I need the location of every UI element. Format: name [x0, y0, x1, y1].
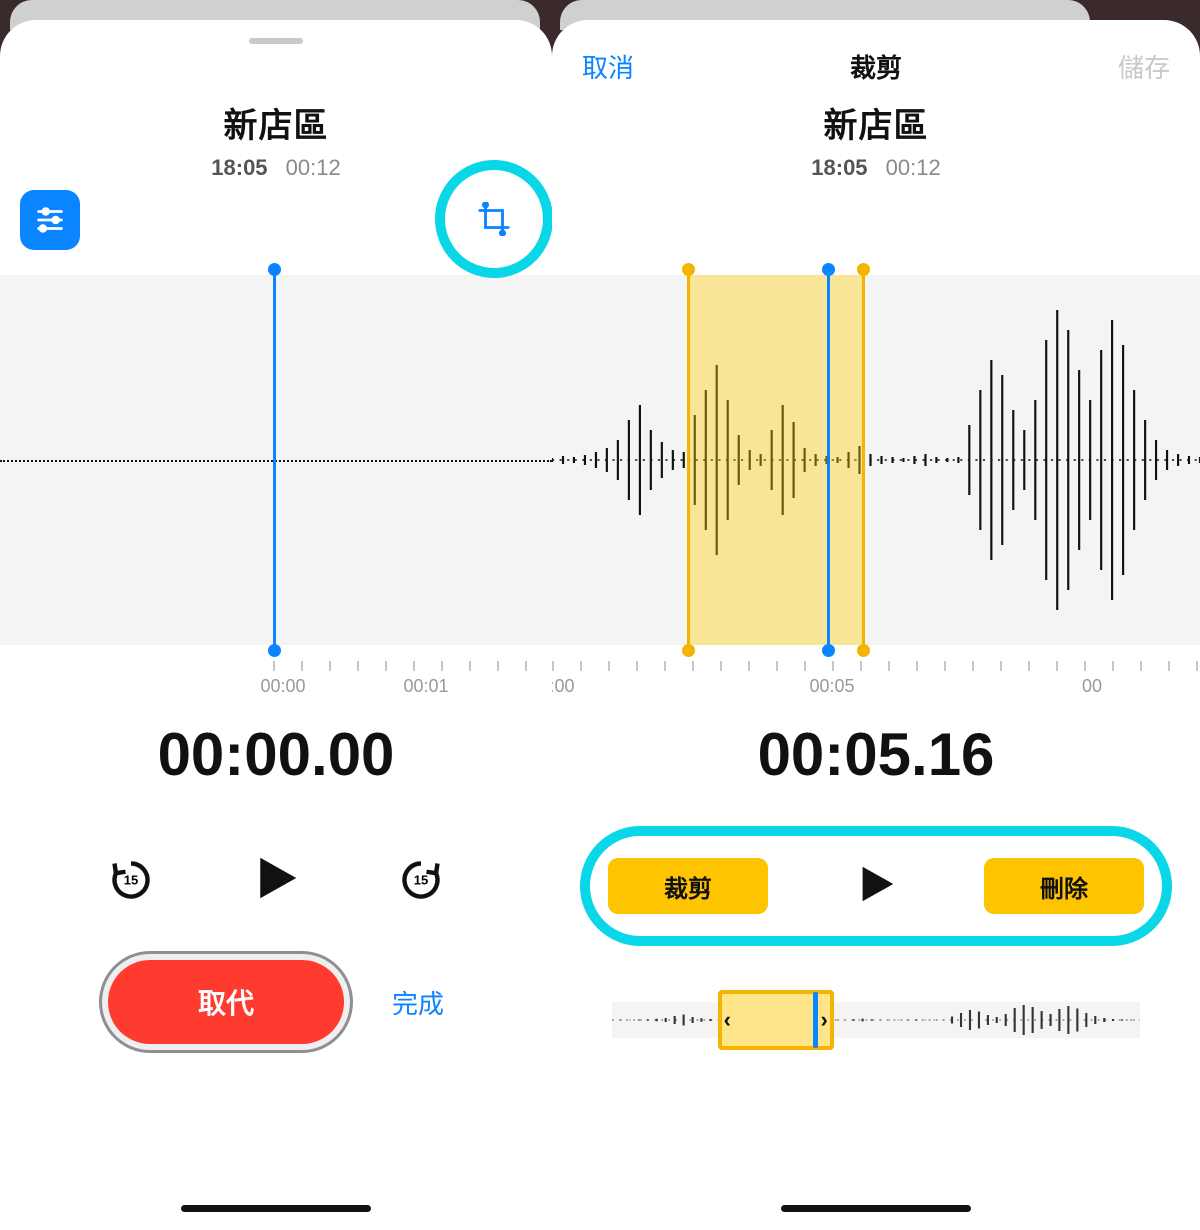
- trim-handle-start[interactable]: [687, 271, 690, 649]
- timeline-ticks-right: 00:0000:0500: [552, 645, 1200, 685]
- skip-forward-15-button[interactable]: 15: [399, 858, 443, 902]
- mini-waveform: [612, 1004, 1140, 1036]
- sheet-grabber[interactable]: [249, 38, 303, 44]
- trim-selection[interactable]: [687, 275, 862, 645]
- trim-controls-highlight: 裁剪 刪除: [580, 826, 1172, 946]
- crop-highlight-circle[interactable]: [435, 160, 552, 278]
- home-indicator[interactable]: [781, 1205, 971, 1212]
- play-icon: [249, 851, 303, 905]
- replace-button[interactable]: 取代: [108, 960, 344, 1044]
- panel-trim: 取消 裁剪 儲存 新店區 18:05 00:12 00:0000:0500 00…: [552, 20, 1200, 1230]
- trim-button[interactable]: 裁剪: [608, 858, 768, 914]
- play-button-right[interactable]: [853, 861, 899, 912]
- waveform-area-left[interactable]: [0, 275, 552, 645]
- recording-title: 新店區: [0, 98, 552, 147]
- mini-track[interactable]: ‹ ›: [612, 990, 1140, 1050]
- recording-title: 新店區: [552, 98, 1200, 147]
- waveform-baseline: [0, 460, 552, 462]
- done-label: 完成: [392, 989, 444, 1019]
- recording-time: 18:05: [811, 155, 867, 180]
- tick-label: 00: [1082, 676, 1102, 697]
- time-display-left: 00:00.00: [0, 720, 552, 789]
- nav-title: 裁剪: [850, 48, 902, 85]
- nav-bar: 取消 裁剪 儲存: [552, 48, 1200, 92]
- tick-label: 00:00: [552, 676, 575, 697]
- recording-meta: 18:05 00:12: [552, 155, 1200, 181]
- play-button-left[interactable]: [249, 851, 303, 910]
- save-button[interactable]: 儲存: [1118, 48, 1170, 85]
- playhead-left[interactable]: [273, 271, 276, 649]
- chevron-left-icon: ‹: [722, 1007, 733, 1033]
- recording-header-right: 新店區 18:05 00:12: [552, 98, 1200, 181]
- home-indicator[interactable]: [181, 1205, 371, 1212]
- recording-time: 18:05: [211, 155, 267, 180]
- tick-label: 00:05: [809, 676, 854, 697]
- waveform-svg: [552, 275, 1200, 645]
- recording-duration: 00:12: [886, 155, 941, 180]
- tick-label: 00:00: [260, 676, 305, 697]
- chevron-right-icon: ›: [818, 1007, 829, 1033]
- waveform-area-right[interactable]: [552, 275, 1200, 645]
- delete-button[interactable]: 刪除: [984, 858, 1144, 914]
- skip-seconds-label: 15: [124, 873, 138, 888]
- playback-controls-left: 15 15: [0, 840, 552, 920]
- skip-seconds-label: 15: [414, 873, 428, 888]
- playhead-right[interactable]: [827, 271, 830, 649]
- crop-icon: [477, 202, 511, 236]
- time-display-right: 00:05.16: [552, 720, 1200, 789]
- replace-button-label: 取代: [198, 982, 254, 1022]
- panel-playback: 新店區 18:05 00:12: [0, 20, 552, 1230]
- timeline-ticks-left: 00:0000:01: [0, 645, 552, 685]
- done-button-left[interactable]: 完成: [392, 984, 444, 1021]
- tick-label: 00:01: [403, 676, 448, 697]
- sliders-icon: [33, 203, 67, 237]
- skip-back-15-button[interactable]: 15: [109, 858, 153, 902]
- mini-playhead[interactable]: [813, 992, 818, 1048]
- settings-button[interactable]: [20, 190, 80, 250]
- trim-handle-end[interactable]: [862, 271, 865, 649]
- recording-duration: 00:12: [286, 155, 341, 180]
- play-icon: [853, 861, 899, 907]
- cancel-button[interactable]: 取消: [582, 48, 634, 85]
